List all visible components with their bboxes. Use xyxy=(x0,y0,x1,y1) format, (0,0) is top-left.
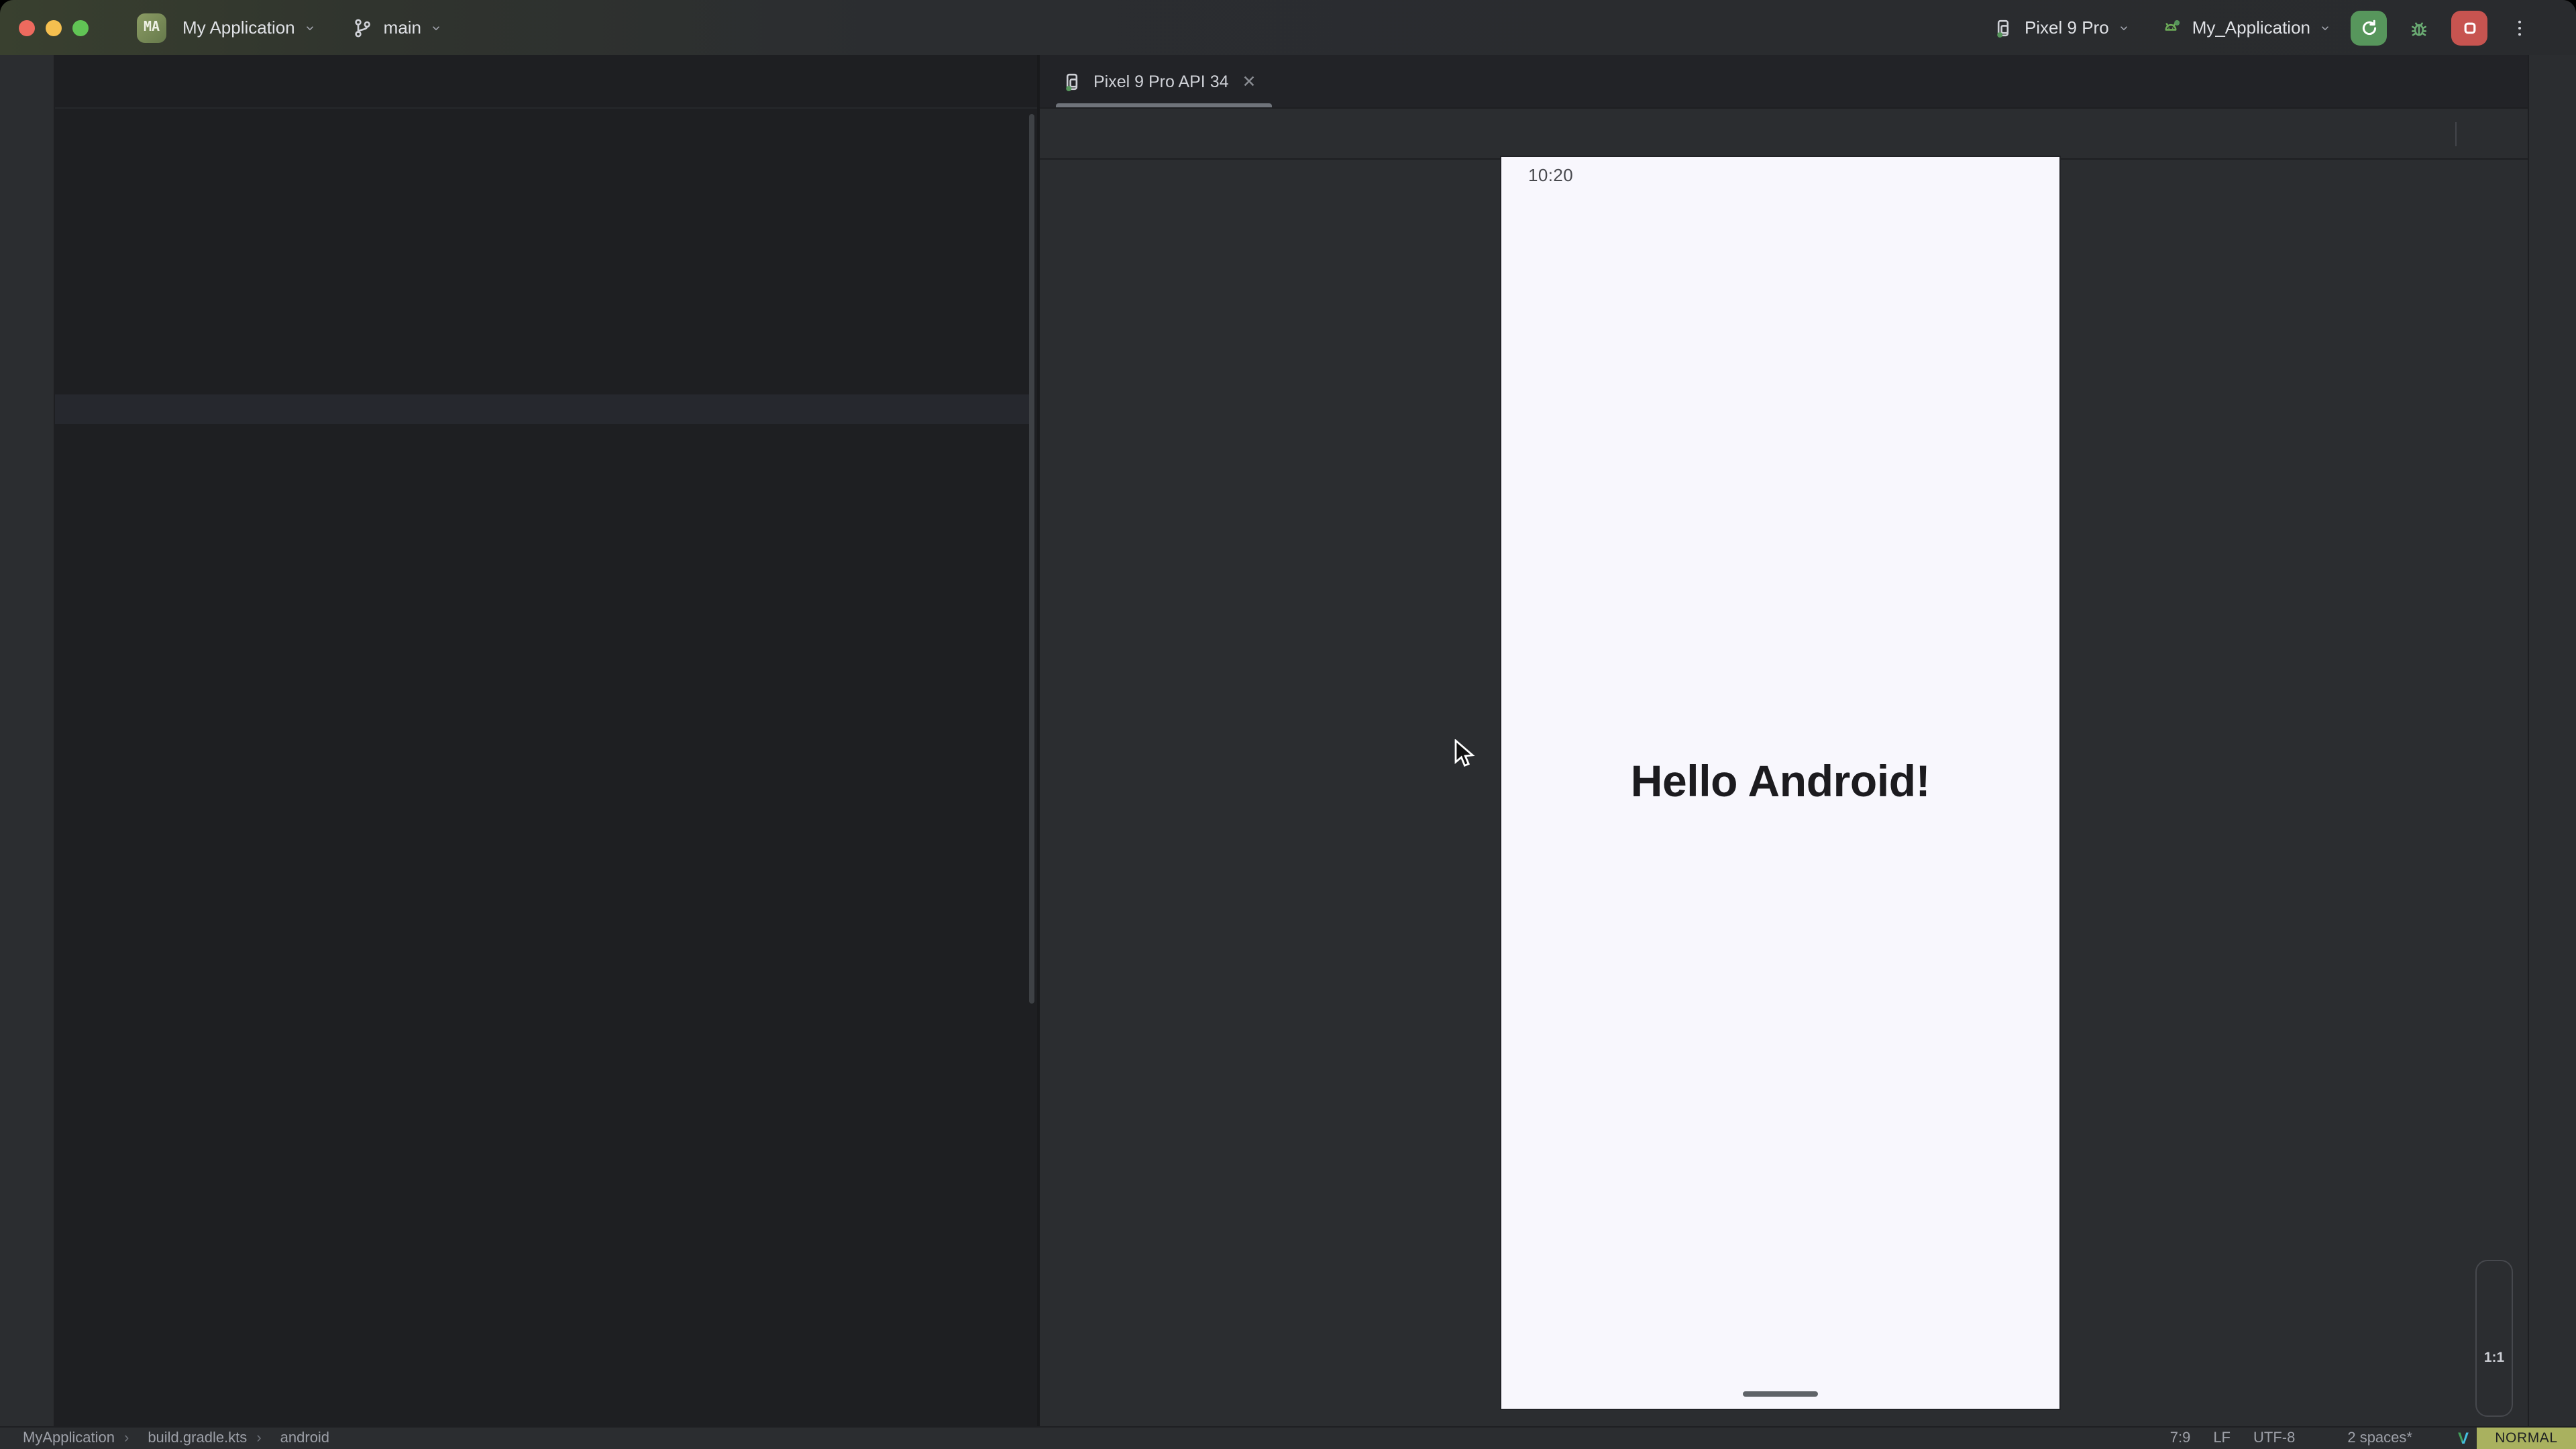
android-head-icon xyxy=(2157,14,2184,41)
breadcrumb-project[interactable]: MyApplication xyxy=(23,1430,115,1446)
device-selector-label: Pixel 9 Pro xyxy=(2025,17,2109,38)
breadcrumb-separator: › xyxy=(124,1430,129,1446)
close-device-tab-icon[interactable]: ✕ xyxy=(1242,71,1256,91)
ideavim-icon[interactable]: V xyxy=(2458,1429,2469,1448)
breadcrumb-separator: › xyxy=(256,1430,261,1446)
breadcrumb: MyApplication › build.gradle.kts › andro… xyxy=(13,1430,329,1446)
screenshot-compare-icon[interactable] xyxy=(2404,117,2438,150)
panel-options-icon[interactable] xyxy=(2438,68,2465,95)
mouse-cursor xyxy=(1453,739,1476,769)
maximize-window-button[interactable] xyxy=(72,19,89,36)
zoom-in-button[interactable] xyxy=(2481,1273,2508,1300)
breadcrumb-file[interactable]: build.gradle.kts xyxy=(148,1430,247,1446)
new-device-tab-button[interactable] xyxy=(1275,68,1302,95)
greeting-text: Hello Android! xyxy=(1501,755,2059,806)
zoom-controls: 1:1 xyxy=(2475,1260,2513,1417)
status-bar: MyApplication › build.gradle.kts › andro… xyxy=(0,1426,2576,1449)
android-studio-window: MA My Application main Pixel 9 Pro My_Ap… xyxy=(0,0,2576,1449)
phone-screen[interactable]: 10:20 Hello Android! xyxy=(1501,157,2059,1409)
caret-position[interactable]: 7:9 xyxy=(2170,1430,2191,1446)
chevron-down-icon xyxy=(2117,21,2131,34)
editor-tab-bar xyxy=(55,55,1037,109)
breadcrumb-element[interactable]: android xyxy=(280,1430,329,1446)
line-ending[interactable]: LF xyxy=(2213,1430,2231,1446)
rerun-button[interactable] xyxy=(2351,10,2387,45)
stop-icon xyxy=(2456,14,2483,41)
editor-scrollbar[interactable] xyxy=(1029,114,1034,1004)
device-tab-label[interactable]: Pixel 9 Pro API 34 xyxy=(1093,72,1229,91)
current-line-highlight xyxy=(55,394,1029,424)
phone-status-bar: 10:20 xyxy=(1501,157,2059,193)
project-selector[interactable]: My Application xyxy=(182,17,317,38)
emulator-toolbar xyxy=(1040,109,2528,160)
stop-button[interactable] xyxy=(2451,10,2487,45)
phone-device-icon xyxy=(1990,14,2017,41)
chevron-down-icon xyxy=(2318,21,2332,34)
file-encoding[interactable]: UTF-8 xyxy=(2253,1430,2295,1446)
run-configuration-selector[interactable]: My_Application xyxy=(2157,14,2332,41)
branch-name: main xyxy=(384,17,421,38)
project-avatar: MA xyxy=(137,13,166,42)
device-tab-bar: Pixel 9 Pro API 34 ✕ xyxy=(1040,55,2528,109)
git-branch-icon xyxy=(349,14,376,41)
virtual-device-icon xyxy=(1059,68,1085,95)
emulator-display-area: 10:20 Hello Android! xyxy=(1040,157,2528,1428)
left-tool-rail xyxy=(0,55,55,1428)
navigation-handle[interactable] xyxy=(1743,1391,1818,1397)
fit-to-window-button[interactable] xyxy=(2481,1377,2508,1403)
chevron-down-icon xyxy=(429,21,443,34)
phone-clock: 10:20 xyxy=(1528,165,1573,185)
vcs-branch-selector[interactable]: main xyxy=(349,14,443,41)
hide-panel-icon[interactable] xyxy=(2485,68,2512,95)
rerun-icon xyxy=(2355,14,2382,41)
open-in-window-icon[interactable] xyxy=(2391,68,2418,95)
title-bar: MA My Application main Pixel 9 Pro My_Ap… xyxy=(0,0,2576,56)
project-name: My Application xyxy=(182,17,295,38)
chevron-down-icon xyxy=(303,21,317,34)
run-configuration-label: My_Application xyxy=(2192,17,2310,38)
more-actions-button[interactable] xyxy=(2506,14,2533,41)
running-devices-panel: Pixel 9 Pro API 34 ✕ xyxy=(1037,55,2528,1428)
actual-size-button[interactable]: 1:1 xyxy=(2484,1349,2504,1365)
hardware-input-ok-icon[interactable] xyxy=(2472,117,2506,150)
minimize-window-button[interactable] xyxy=(46,19,62,36)
debug-button[interactable] xyxy=(2406,14,2432,41)
editor-pane xyxy=(55,55,1037,1428)
right-tool-rail xyxy=(2528,55,2576,1428)
close-window-button[interactable] xyxy=(19,19,35,36)
vim-mode-badge: NORMAL xyxy=(2477,1428,2576,1449)
window-controls xyxy=(19,19,89,36)
device-selector[interactable]: Pixel 9 Pro xyxy=(1990,14,2131,41)
code-editor[interactable] xyxy=(55,107,1037,1428)
indent-style[interactable]: 2 spaces* xyxy=(2347,1430,2412,1446)
zoom-out-button[interactable] xyxy=(2481,1311,2508,1338)
